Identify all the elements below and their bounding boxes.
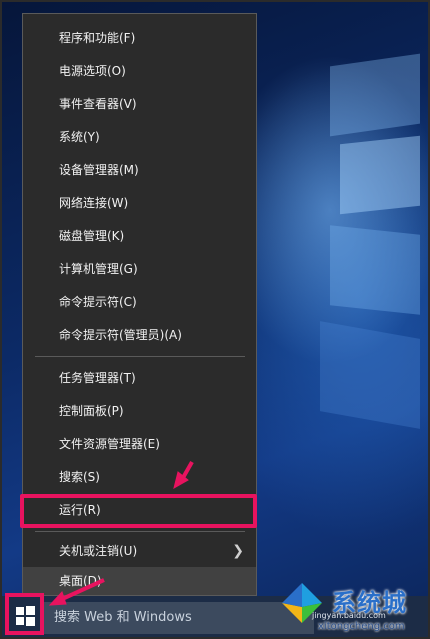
annotation-arrow: [173, 461, 194, 490]
annotation-arrow: [48, 578, 105, 606]
watermark-title: 系统城: [332, 588, 407, 617]
watermark: jingyan.baidu.com 系统城 xitongcheng.com: [272, 577, 430, 639]
annotation-arrows: [48, 461, 194, 606]
watermark-url: xitongcheng.com: [318, 621, 405, 632]
